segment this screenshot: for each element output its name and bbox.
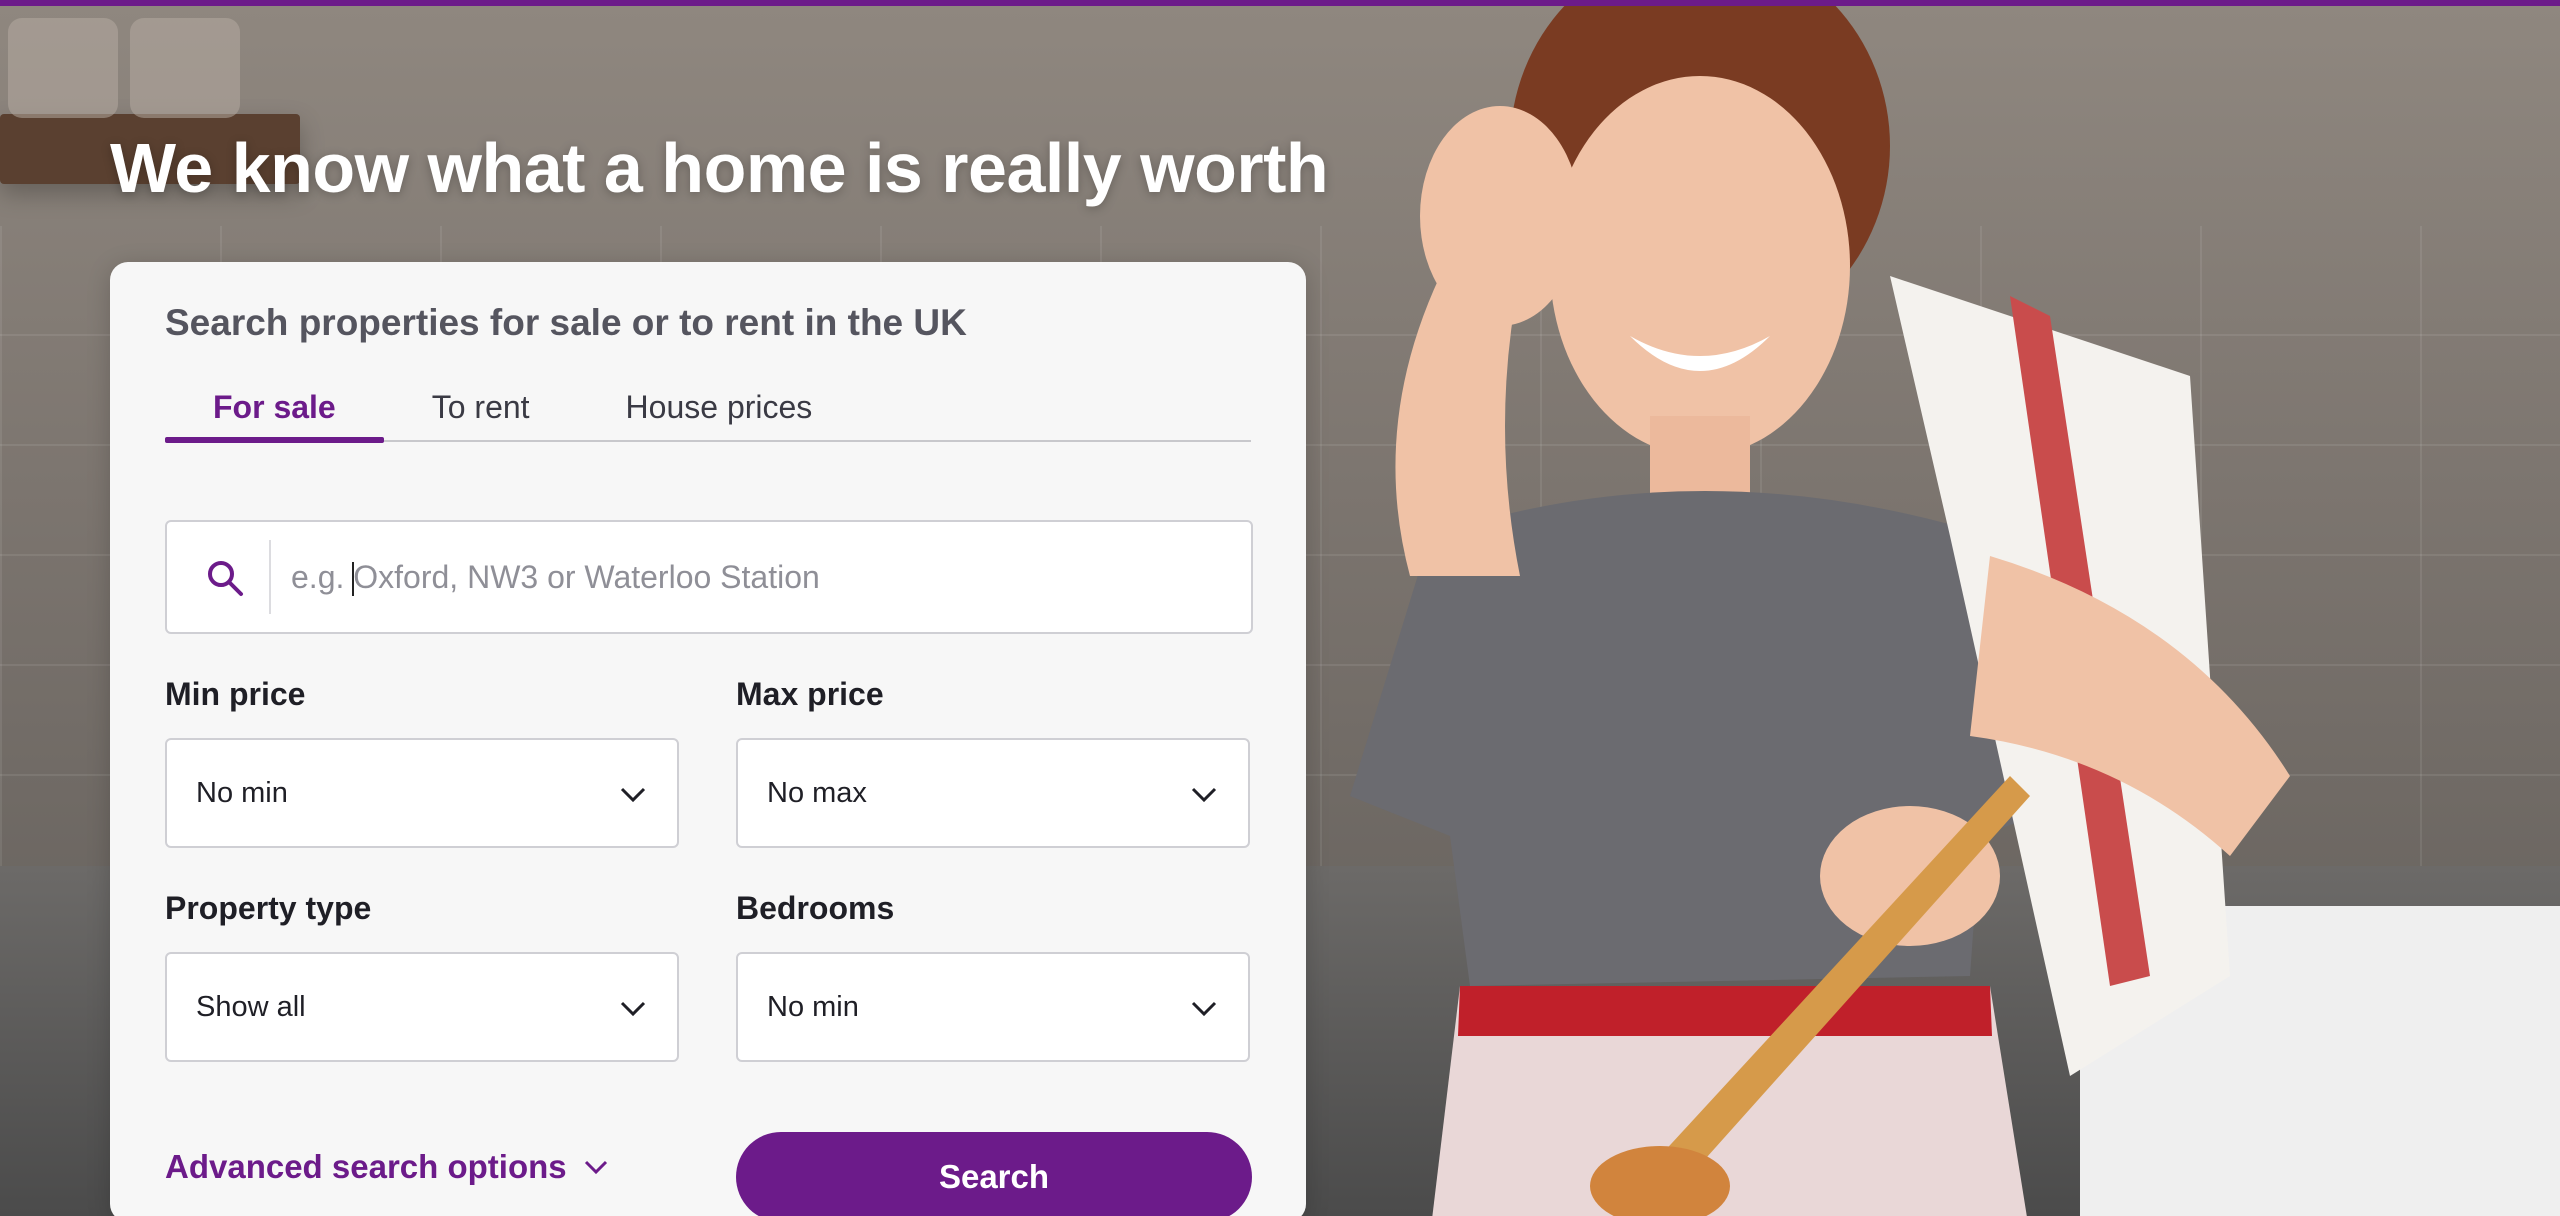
- chevron-down-icon: [1191, 1001, 1217, 1017]
- property-type-label: Property type: [165, 890, 372, 926]
- max-price-value: No max: [767, 777, 867, 809]
- bedrooms-select[interactable]: No min: [736, 952, 1250, 1062]
- search-card-title: Search properties for sale or to rent in…: [165, 302, 967, 343]
- hero-headline: We know what a home is really worth: [110, 129, 1329, 207]
- tab-to-rent[interactable]: To rent: [384, 374, 578, 440]
- search-icon: [208, 561, 243, 596]
- tab-for-sale[interactable]: For sale: [165, 374, 384, 443]
- jar: [130, 18, 240, 118]
- chevron-down-icon: [584, 1160, 607, 1175]
- min-price-select[interactable]: No min: [165, 738, 679, 848]
- max-price-label: Max price: [736, 676, 884, 712]
- bedrooms-label: Bedrooms: [736, 890, 895, 926]
- chevron-down-icon: [620, 1001, 646, 1017]
- property-type-value: Show all: [196, 991, 306, 1023]
- property-type-select[interactable]: Show all: [165, 952, 679, 1062]
- advanced-search-toggle[interactable]: Advanced search options: [165, 1148, 609, 1186]
- search-divider: [269, 540, 271, 614]
- min-price-value: No min: [196, 777, 288, 809]
- min-price-label: Min price: [165, 676, 306, 712]
- search-button[interactable]: Search: [736, 1132, 1252, 1216]
- search-card: Search properties for sale or to rent in…: [110, 262, 1306, 1216]
- search-tabs: For sale To rent House prices: [165, 374, 1251, 443]
- location-search-input[interactable]: [283, 538, 1223, 616]
- chevron-down-icon: [620, 787, 646, 803]
- top-accent-bar: [0, 0, 2560, 6]
- person-cooking-illustration: [1350, 6, 2290, 1216]
- chevron-down-icon: [1191, 787, 1217, 803]
- max-price-select[interactable]: No max: [736, 738, 1250, 848]
- bedrooms-value: No min: [767, 991, 859, 1023]
- location-search-box: [165, 520, 1253, 634]
- advanced-search-label: Advanced search options: [165, 1148, 567, 1185]
- text-caret: [352, 562, 354, 596]
- jar: [8, 18, 118, 118]
- tab-house-prices[interactable]: House prices: [578, 374, 861, 440]
